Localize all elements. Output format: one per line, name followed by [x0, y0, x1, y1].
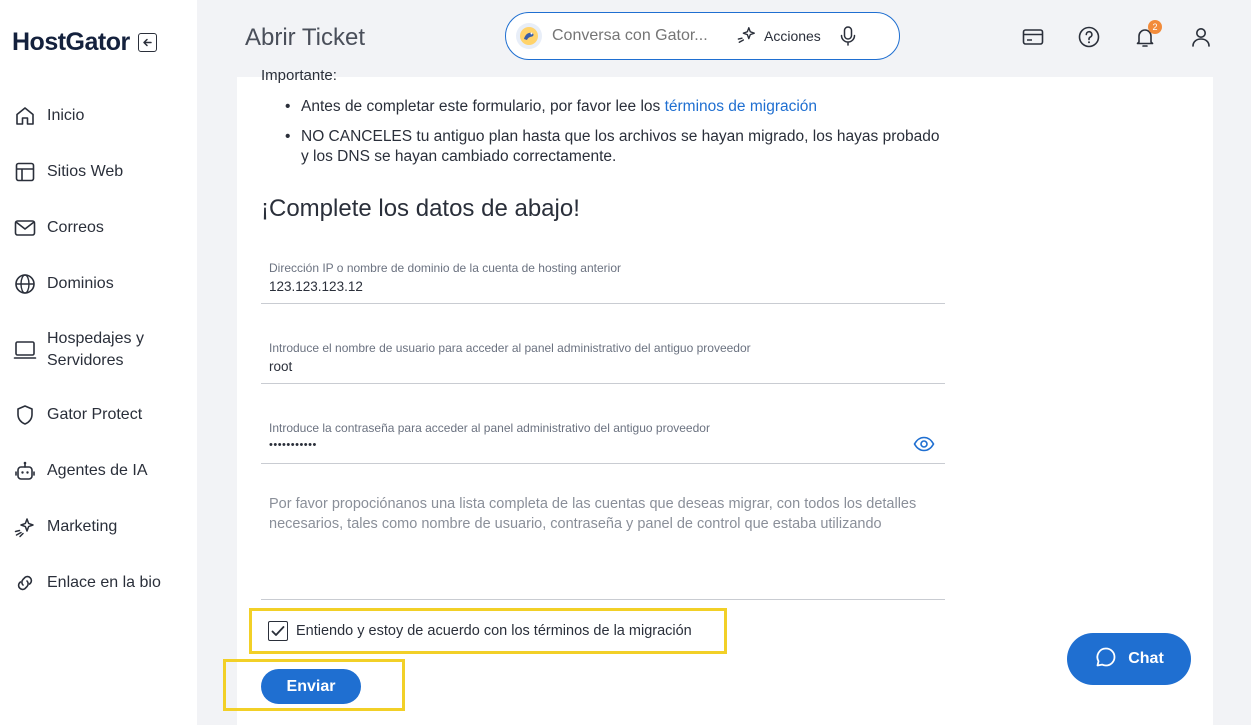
- sidebar-item-label: Inicio: [47, 107, 85, 124]
- sidebar-item-label: Correos: [47, 219, 104, 236]
- sidebar-item-inicio[interactable]: Inicio: [12, 105, 84, 128]
- laptop-icon: [12, 337, 37, 362]
- sidebar-item-label: Agentes de IA: [47, 462, 148, 479]
- chat-button[interactable]: Chat: [1067, 633, 1191, 685]
- gator-avatar-icon: [516, 23, 542, 49]
- notice-item: NO CANCELES tu antiguo plan hasta que lo…: [285, 127, 945, 167]
- terms-checkbox-label[interactable]: Entiendo y estoy de acuerdo con los térm…: [296, 623, 692, 639]
- terms-checkbox[interactable]: [268, 621, 288, 641]
- link-icon: [12, 570, 37, 595]
- sidebar-item-gator-protect[interactable]: Gator Protect: [12, 404, 142, 427]
- sidebar-item-sitios-web[interactable]: Sitios Web: [12, 161, 123, 184]
- notification-count-badge: 2: [1148, 20, 1162, 34]
- sidebar-item-label: Hospedajes y Servidores: [47, 330, 144, 369]
- terms-agreement-row[interactable]: Entiendo y estoy de acuerdo con los térm…: [249, 608, 727, 654]
- sidebar-item-label: Sitios Web: [47, 163, 124, 180]
- sidebar-item-label: Gator Protect: [47, 406, 143, 423]
- field-value[interactable]: 123.123.123.12: [269, 279, 363, 294]
- layout-icon: [12, 159, 37, 184]
- help-icon[interactable]: [1076, 24, 1102, 50]
- sidebar-item-hospedajes[interactable]: Hospedajes y Servidores: [12, 328, 182, 372]
- logo[interactable]: HostGator: [12, 28, 157, 57]
- password-value[interactable]: •••••••••••: [269, 439, 317, 451]
- sidebar-item-dominios[interactable]: Dominios: [12, 273, 114, 296]
- gator-chat-input[interactable]: [552, 27, 722, 45]
- sparkle-icon: [12, 514, 37, 539]
- globe-icon: [12, 271, 37, 296]
- gator-assistant-bar[interactable]: Acciones: [505, 12, 900, 60]
- ip-domain-field[interactable]: Dirección IP o nombre de dominio de la c…: [261, 253, 945, 304]
- chat-label: Chat: [1128, 650, 1164, 667]
- billing-card-icon[interactable]: [1020, 24, 1046, 50]
- sidebar-item-label: Dominios: [47, 275, 114, 292]
- field-value[interactable]: root: [269, 359, 292, 374]
- shield-icon: [12, 402, 37, 427]
- password-field[interactable]: Introduce la contraseña para acceder al …: [261, 413, 945, 464]
- sidebar: HostGator Inicio Sitios Web Correos Domi…: [0, 0, 197, 725]
- robot-icon: [12, 458, 37, 483]
- field-label: Dirección IP o nombre de dominio de la c…: [269, 261, 621, 275]
- sidebar-item-label: Marketing: [47, 518, 118, 535]
- username-field[interactable]: Introduce el nombre de usuario para acce…: [261, 333, 945, 384]
- submit-button[interactable]: Enviar: [261, 669, 361, 704]
- logo-text: HostGator: [12, 28, 130, 56]
- microphone-icon[interactable]: [839, 25, 857, 47]
- show-password-eye-icon[interactable]: [913, 436, 935, 457]
- collapse-sidebar-icon[interactable]: [137, 33, 157, 52]
- sidebar-item-marketing[interactable]: Marketing: [12, 516, 117, 539]
- migration-terms-link[interactable]: términos de migración: [665, 98, 817, 115]
- field-label: Introduce la contraseña para acceder al …: [269, 421, 710, 435]
- submit-highlight: Enviar: [223, 659, 405, 711]
- user-profile-icon[interactable]: [1188, 24, 1214, 50]
- sparkle-icon: [736, 25, 758, 48]
- accounts-details-textarea[interactable]: Por favor propociónanos una lista comple…: [261, 495, 945, 600]
- sidebar-item-enlace-bio[interactable]: Enlace en la bio: [12, 572, 161, 595]
- sidebar-item-correos[interactable]: Correos: [12, 217, 104, 240]
- chat-bubble-icon: [1094, 645, 1118, 674]
- notice-item: Antes de completar este formulario, por …: [285, 97, 945, 117]
- actions-button[interactable]: Acciones: [736, 25, 821, 48]
- page-title: Abrir Ticket: [245, 24, 366, 51]
- field-label: Introduce el nombre de usuario para acce…: [269, 341, 751, 355]
- notice-list: Antes de completar este formulario, por …: [285, 97, 945, 177]
- notifications-bell-icon[interactable]: 2: [1132, 20, 1162, 50]
- actions-label: Acciones: [764, 28, 821, 44]
- textarea-placeholder: Por favor propociónanos una lista comple…: [269, 496, 917, 532]
- section-title: ¡Complete los datos de abajo!: [261, 195, 580, 222]
- notice-text: Antes de completar este formulario, por …: [301, 98, 665, 115]
- sidebar-item-label: Enlace en la bio: [47, 574, 161, 591]
- important-heading: Importante:: [261, 67, 337, 84]
- sidebar-item-agentes-ia[interactable]: Agentes de IA: [12, 460, 148, 483]
- mail-icon: [12, 215, 37, 240]
- home-icon: [12, 103, 37, 128]
